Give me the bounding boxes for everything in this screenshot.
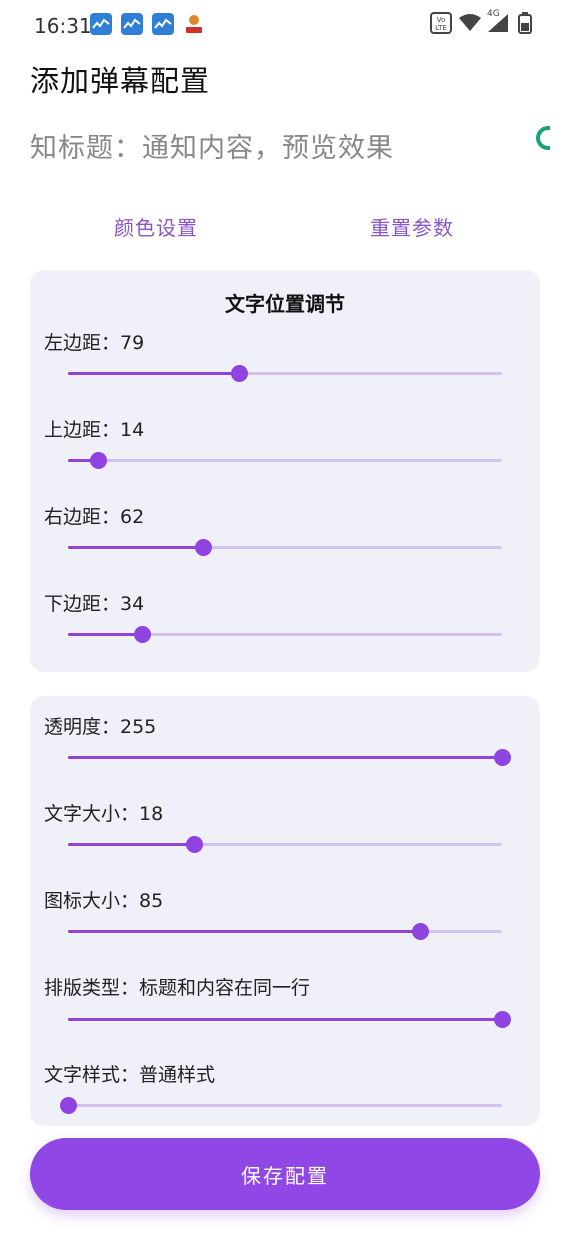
bottom-margin-label: 下边距：34 [44,593,145,615]
card-title: 文字位置调节 [225,292,345,316]
preview-indicator-icon [536,126,550,150]
icon-size-label: 图标大小：85 [44,890,164,912]
layout-type-label: 排版类型：标题和内容在同一行 [44,977,311,999]
slider-thumb[interactable] [494,749,511,766]
layout-type-slider[interactable] [68,1008,511,1032]
top-margin-slider[interactable] [68,449,502,473]
stocks-icon [90,13,112,35]
bottom-margin-slider[interactable] [68,623,502,647]
slider-thumb[interactable] [90,452,108,469]
slider-fill [68,843,194,846]
text-size-slider[interactable] [68,833,502,857]
slider-fill [68,930,420,933]
slider-thumb[interactable] [194,539,212,556]
top-margin-label: 上边距：14 [44,419,145,441]
slider-thumb[interactable] [411,923,429,940]
text-style-slider[interactable] [60,1094,502,1118]
volte-icon: Vo LTE [430,12,452,38]
slider-thumb[interactable] [231,365,249,382]
text-size-label: 文字大小：18 [44,803,164,825]
network-type: 4G [487,9,500,19]
right-margin-label: 右边距：62 [44,506,145,528]
right-margin-slider[interactable] [68,536,502,560]
notification-preview: 知标题：通知内容，预览效果 [30,133,394,164]
svg-text:Vo: Vo [437,16,446,24]
app-mascot-icon [183,13,205,35]
icon-size-slider[interactable] [68,920,502,944]
slider-fill [68,633,142,636]
stocks-icon [152,13,174,35]
opacity-label: 透明度：255 [44,716,157,738]
text-style-label: 文字样式：普通样式 [44,1064,216,1086]
slider-thumb[interactable] [60,1097,77,1114]
wifi-icon [458,12,482,38]
save-config-button[interactable]: 保存配置 [30,1138,540,1210]
slider-fill [68,372,240,375]
left-margin-slider[interactable] [68,362,502,386]
left-margin-label: 左边距：79 [44,332,145,354]
page-title: 添加弹幕配置 [30,64,211,98]
stocks-icon [121,13,143,35]
slider-fill [68,1018,502,1021]
svg-text:LTE: LTE [435,24,447,32]
slider-thumb[interactable] [133,626,151,643]
battery-icon [518,12,532,38]
status-time: 16:31 [34,14,92,38]
slider-fill [68,546,203,549]
color-settings-button[interactable]: 颜色设置 [114,212,198,241]
slider-thumb[interactable] [185,836,203,853]
opacity-slider[interactable] [68,746,511,770]
reset-params-button[interactable]: 重置参数 [370,212,454,241]
slider-fill [68,756,502,759]
slider-thumb[interactable] [494,1011,511,1028]
